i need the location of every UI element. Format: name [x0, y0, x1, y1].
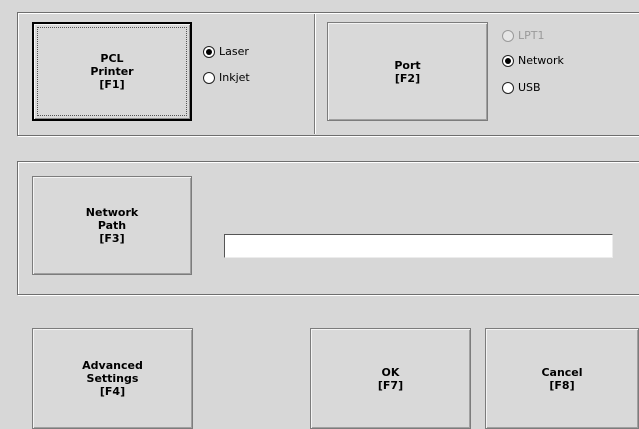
radio-lpt1-label: LPT1	[518, 29, 545, 42]
radio-lpt1-indicator	[502, 29, 514, 42]
port-button[interactable]: Port [F2]	[327, 22, 488, 121]
radio-network[interactable]: Network	[502, 54, 564, 67]
pcl-printer-button[interactable]: PCL Printer [F1]	[32, 22, 192, 121]
radio-laser-label: Laser	[219, 45, 249, 58]
radio-usb-indicator	[502, 81, 514, 94]
radio-lpt1: LPT1	[502, 29, 544, 42]
radio-network-label: Network	[518, 54, 564, 67]
radio-inkjet[interactable]: Inkjet	[203, 71, 250, 84]
radio-network-indicator	[502, 54, 514, 67]
radio-laser-indicator	[203, 45, 215, 58]
network-path-button[interactable]: Network Path [F3]	[32, 176, 192, 275]
network-path-input[interactable]	[224, 234, 613, 258]
cancel-button[interactable]: Cancel [F8]	[485, 328, 639, 429]
group-separator	[314, 14, 315, 134]
radio-inkjet-label: Inkjet	[219, 71, 250, 84]
radio-usb-label: USB	[518, 81, 541, 94]
radio-usb[interactable]: USB	[502, 81, 541, 94]
advanced-settings-button[interactable]: Advanced Settings [F4]	[32, 328, 193, 429]
radio-inkjet-indicator	[203, 71, 215, 84]
ok-button[interactable]: OK [F7]	[310, 328, 471, 429]
radio-laser[interactable]: Laser	[203, 45, 249, 58]
